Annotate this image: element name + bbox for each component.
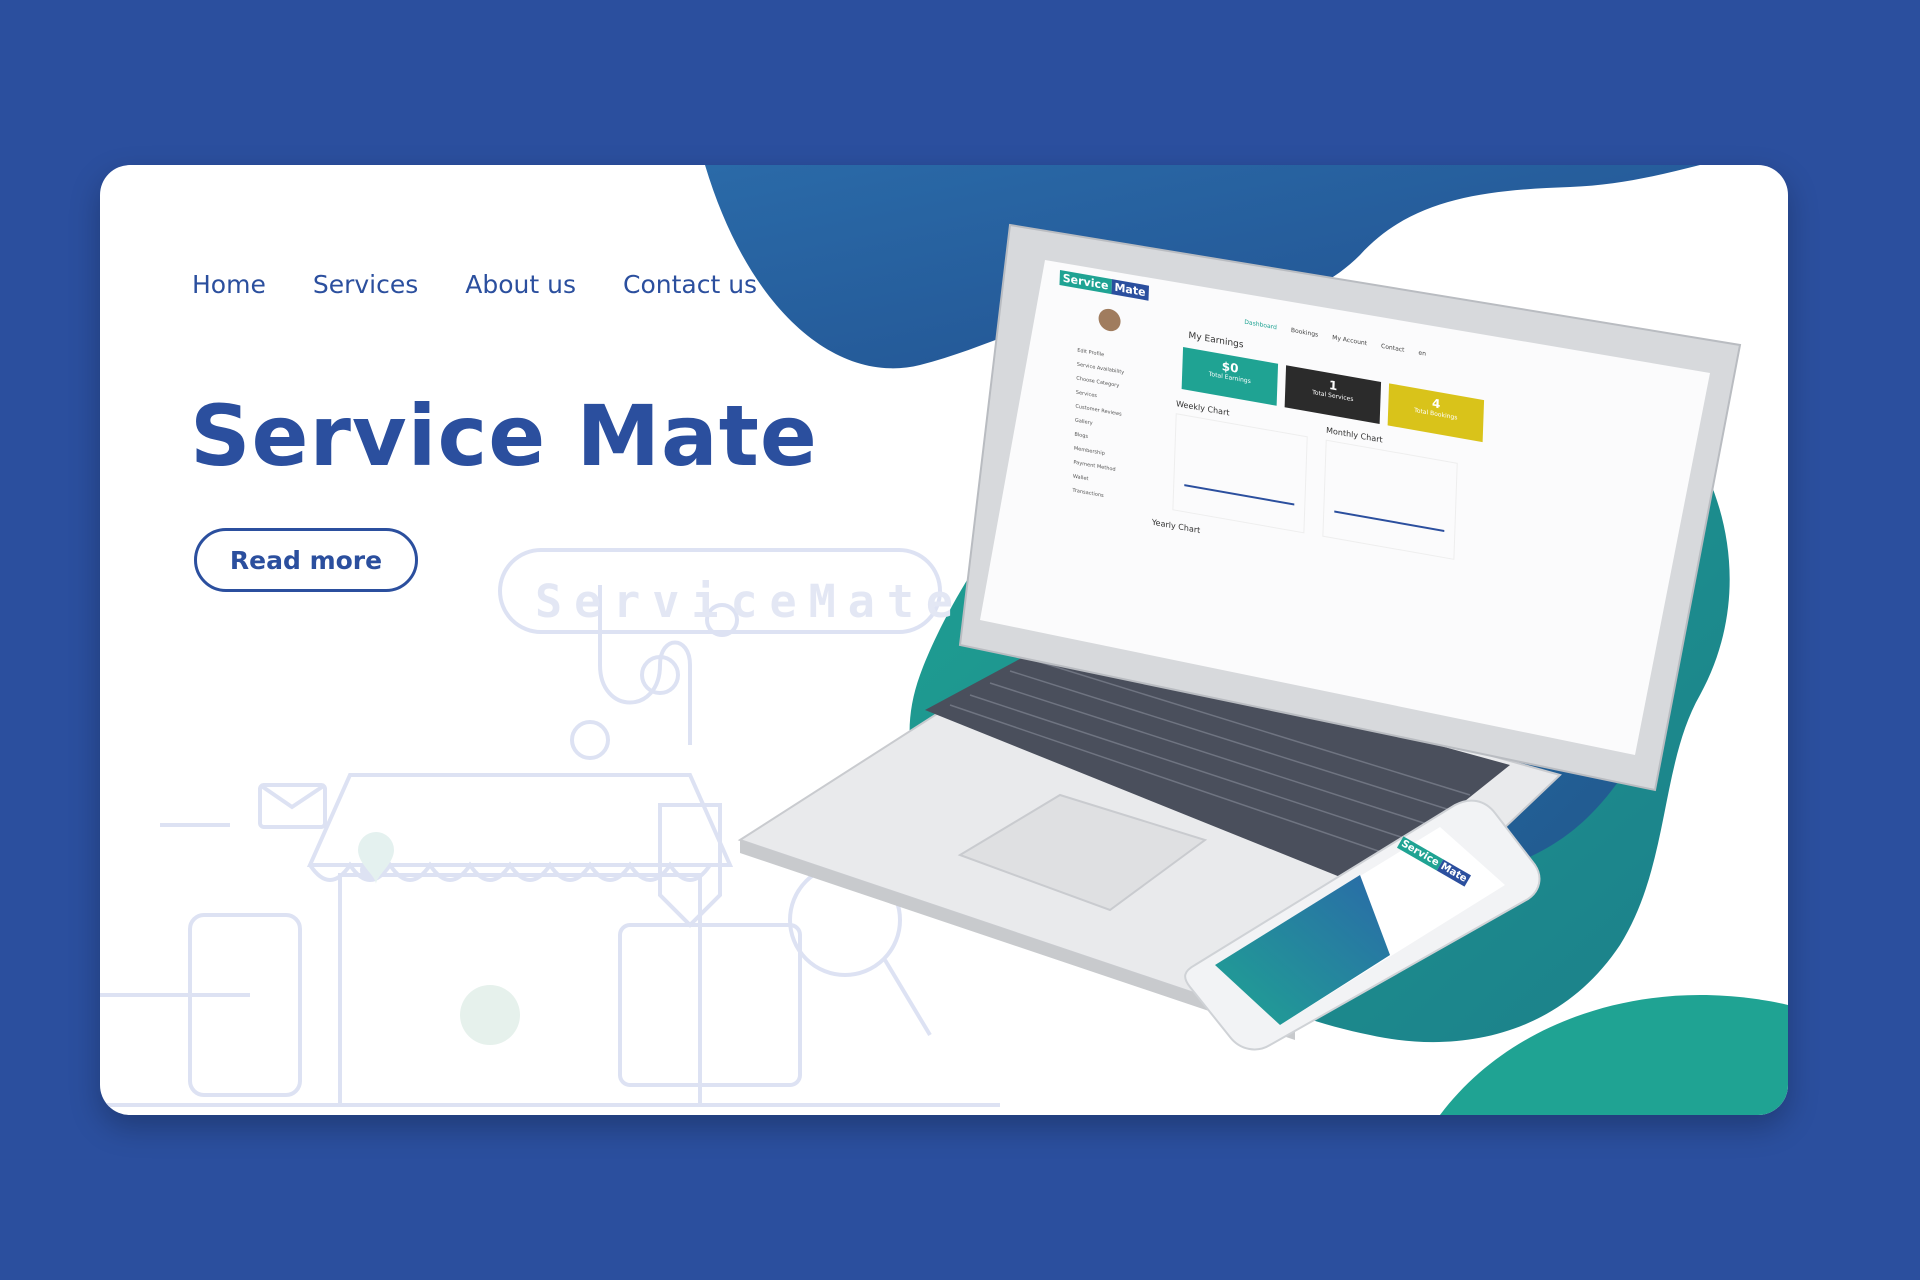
main-nav: Home Services About us Contact us xyxy=(192,270,757,299)
stat-card-earnings: $0 Total Earnings xyxy=(1181,347,1279,406)
stat-card-bookings: 4 Total Bookings xyxy=(1387,383,1485,443)
page-title: Service Mate xyxy=(190,387,818,485)
nav-services-link[interactable]: Services xyxy=(313,270,418,299)
yearly-chart-title: Yearly Chart xyxy=(1151,517,1201,536)
avatar xyxy=(1098,307,1121,333)
dashboard-sidebar: Edit Profile Service Availability Choose… xyxy=(1072,347,1125,500)
section-title: My Earnings xyxy=(1188,330,1244,351)
nav-about-link[interactable]: About us xyxy=(465,270,576,299)
nav-home-link[interactable]: Home xyxy=(192,270,266,299)
landing-card: ServiceMate Home Services About us Conta… xyxy=(100,165,1788,1115)
monthly-chart xyxy=(1322,439,1458,560)
stat-card-services: 1 Total Services xyxy=(1284,365,1382,424)
nav-contact-link[interactable]: Contact us xyxy=(623,270,757,299)
weekly-chart xyxy=(1172,413,1308,534)
read-more-button[interactable]: Read more xyxy=(194,528,418,592)
